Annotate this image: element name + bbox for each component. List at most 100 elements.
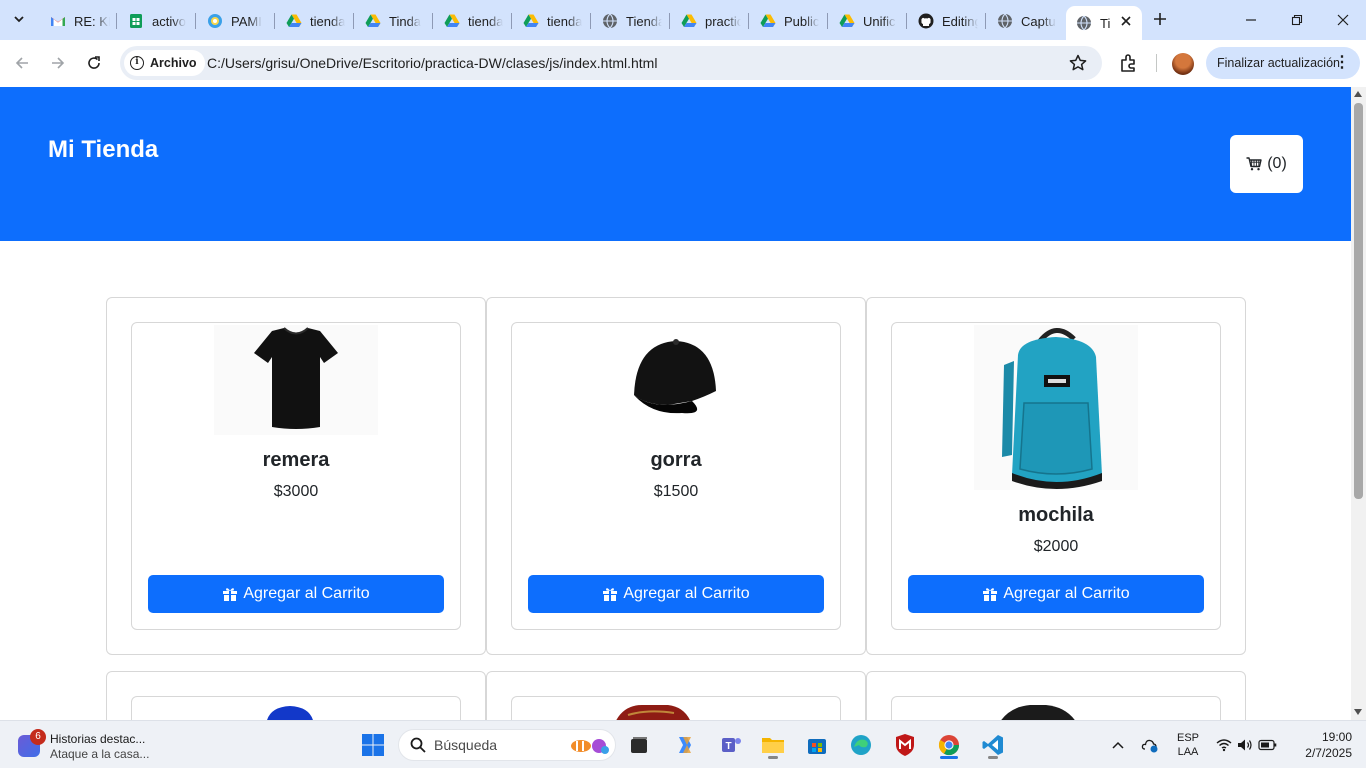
product-card: [131, 696, 461, 720]
tab-6[interactable]: tienda: [523, 8, 582, 34]
vscode-button[interactable]: [977, 729, 1009, 761]
bookmark-star-icon[interactable]: [1068, 53, 1088, 73]
tab-0[interactable]: RE: KL: [50, 8, 110, 34]
forward-button[interactable]: [45, 50, 71, 76]
more-menu-icon[interactable]: ⋮: [1334, 54, 1350, 72]
news-widget[interactable]: 6 Historias destac... Ataque a la casa..…: [16, 729, 186, 761]
tab-label: PAMI: [231, 13, 262, 29]
tab-5[interactable]: tienda: [444, 8, 503, 34]
task-view-button[interactable]: [623, 729, 655, 761]
add-to-cart-label: Agregar al Carrito: [1003, 585, 1130, 602]
tab-9[interactable]: Public: [760, 8, 819, 34]
svg-text:T: T: [726, 741, 732, 752]
mcafee-button[interactable]: [889, 729, 921, 761]
tab-separator: [274, 13, 275, 29]
edge-button[interactable]: [845, 729, 877, 761]
windows-logo-icon: [362, 734, 384, 756]
tab-label: Captu: [1021, 13, 1056, 29]
tab-7[interactable]: Tienda: [602, 8, 662, 34]
arrow-left-icon: [15, 57, 28, 69]
blue-cap-image: [267, 706, 313, 720]
chrome-button[interactable]: [933, 729, 965, 761]
close-window-button[interactable]: [1331, 8, 1355, 32]
taskbar-clock[interactable]: 19:00 2/7/2025: [1290, 729, 1352, 761]
product-card: mochila $2000 Agregar al Carrito: [891, 322, 1221, 630]
product-name: remera: [262, 449, 330, 471]
taskbar-search[interactable]: Búsqueda: [398, 729, 616, 761]
add-to-cart-button[interactable]: Agregar al Carrito: [908, 575, 1204, 613]
new-tab-button[interactable]: [1150, 10, 1170, 30]
file-explorer-button[interactable]: [757, 729, 789, 761]
tab-separator: [669, 13, 670, 29]
minimize-icon: [1246, 19, 1256, 21]
plus-icon: [1154, 13, 1166, 25]
tab-separator: [195, 13, 196, 29]
news-badge: 6: [30, 729, 46, 745]
url-text[interactable]: C:/Users/grisu/OneDrive/Escritorio/pract…: [207, 55, 657, 71]
page-viewport: Mi Tienda (0) remera $3000 Agregar al Ca…: [0, 87, 1351, 720]
tab-12[interactable]: Captu: [997, 8, 1056, 34]
product-column: remera $3000 Agregar al Carrito: [106, 297, 486, 655]
add-to-cart-button[interactable]: Agregar al Carrito: [148, 575, 444, 613]
tab-separator: [827, 13, 828, 29]
site-info-chip[interactable]: i Archivo: [124, 50, 205, 76]
arrow-right-icon: [52, 57, 65, 69]
reload-button[interactable]: [81, 50, 107, 76]
update-button-label: Finalizar actualización: [1217, 56, 1340, 70]
quick-settings-button[interactable]: [1214, 721, 1280, 768]
product-card: [891, 696, 1221, 720]
drive-icon: [839, 13, 855, 29]
tab-3[interactable]: tienda: [286, 8, 345, 34]
cart-icon: [1246, 157, 1262, 171]
minimize-button[interactable]: [1239, 8, 1263, 32]
store-button[interactable]: [801, 729, 833, 761]
language-code: ESP: [1176, 732, 1199, 744]
tab-10[interactable]: Unific: [839, 8, 896, 34]
tab-2[interactable]: PAMI: [207, 8, 262, 34]
clock-date: 2/7/2025: [1305, 746, 1352, 760]
profile-avatar[interactable]: [1172, 53, 1194, 75]
github-icon: [918, 13, 934, 29]
store-brand[interactable]: Mi Tienda: [48, 136, 158, 164]
tab-8[interactable]: practic: [681, 8, 741, 34]
tab-separator: [511, 13, 512, 29]
teams-button[interactable]: T: [715, 729, 747, 761]
language-indicator[interactable]: ESP LAA: [1172, 721, 1204, 768]
start-button[interactable]: [357, 729, 389, 761]
restore-button[interactable]: [1285, 8, 1309, 32]
tab-search-button[interactable]: [6, 6, 32, 32]
tab-11[interactable]: Editing: [918, 8, 978, 34]
teams-icon: T: [722, 738, 741, 752]
tab-label: Public: [784, 13, 820, 29]
product-name: mochila: [1018, 504, 1094, 526]
update-button[interactable]: Finalizar actualización ⋮: [1206, 47, 1360, 79]
product-price: $3000: [273, 483, 319, 500]
add-to-cart-label: Agregar al Carrito: [623, 585, 750, 602]
address-bar[interactable]: i Archivo C:/Users/grisu/OneDrive/Escrit…: [120, 46, 1102, 80]
store-icon: [808, 739, 826, 754]
scroll-up-icon[interactable]: [1354, 91, 1362, 97]
chrome-icon: [938, 735, 960, 756]
tab-label: tienda: [310, 13, 346, 29]
page-scrollbar[interactable]: [1351, 87, 1366, 720]
cart-button[interactable]: (0): [1230, 135, 1303, 193]
tab-1[interactable]: activo: [128, 8, 186, 34]
toolbar-divider: [1156, 54, 1157, 72]
scroll-down-icon[interactable]: [1354, 709, 1362, 715]
tab-active[interactable]: Ti: [1066, 6, 1142, 40]
active-app-indicator: [940, 756, 958, 759]
site-info-label: Archivo: [150, 56, 197, 70]
onedrive-status[interactable]: [1140, 721, 1160, 768]
add-to-cart-button[interactable]: Agregar al Carrito: [528, 575, 824, 613]
show-hidden-icons-button[interactable]: [1108, 721, 1128, 768]
extensions-icon[interactable]: [1118, 52, 1140, 74]
scrollbar-thumb[interactable]: [1354, 103, 1363, 499]
tab-active-inner: Ti: [1076, 12, 1110, 34]
tab-4[interactable]: Tinda: [365, 8, 421, 34]
back-button[interactable]: [9, 50, 35, 76]
copilot-button[interactable]: [669, 729, 701, 761]
close-icon[interactable]: [1120, 15, 1132, 27]
mcafee-shield-icon: [896, 734, 914, 756]
gift-icon: [223, 588, 238, 601]
product-price: $2000: [1033, 538, 1079, 555]
